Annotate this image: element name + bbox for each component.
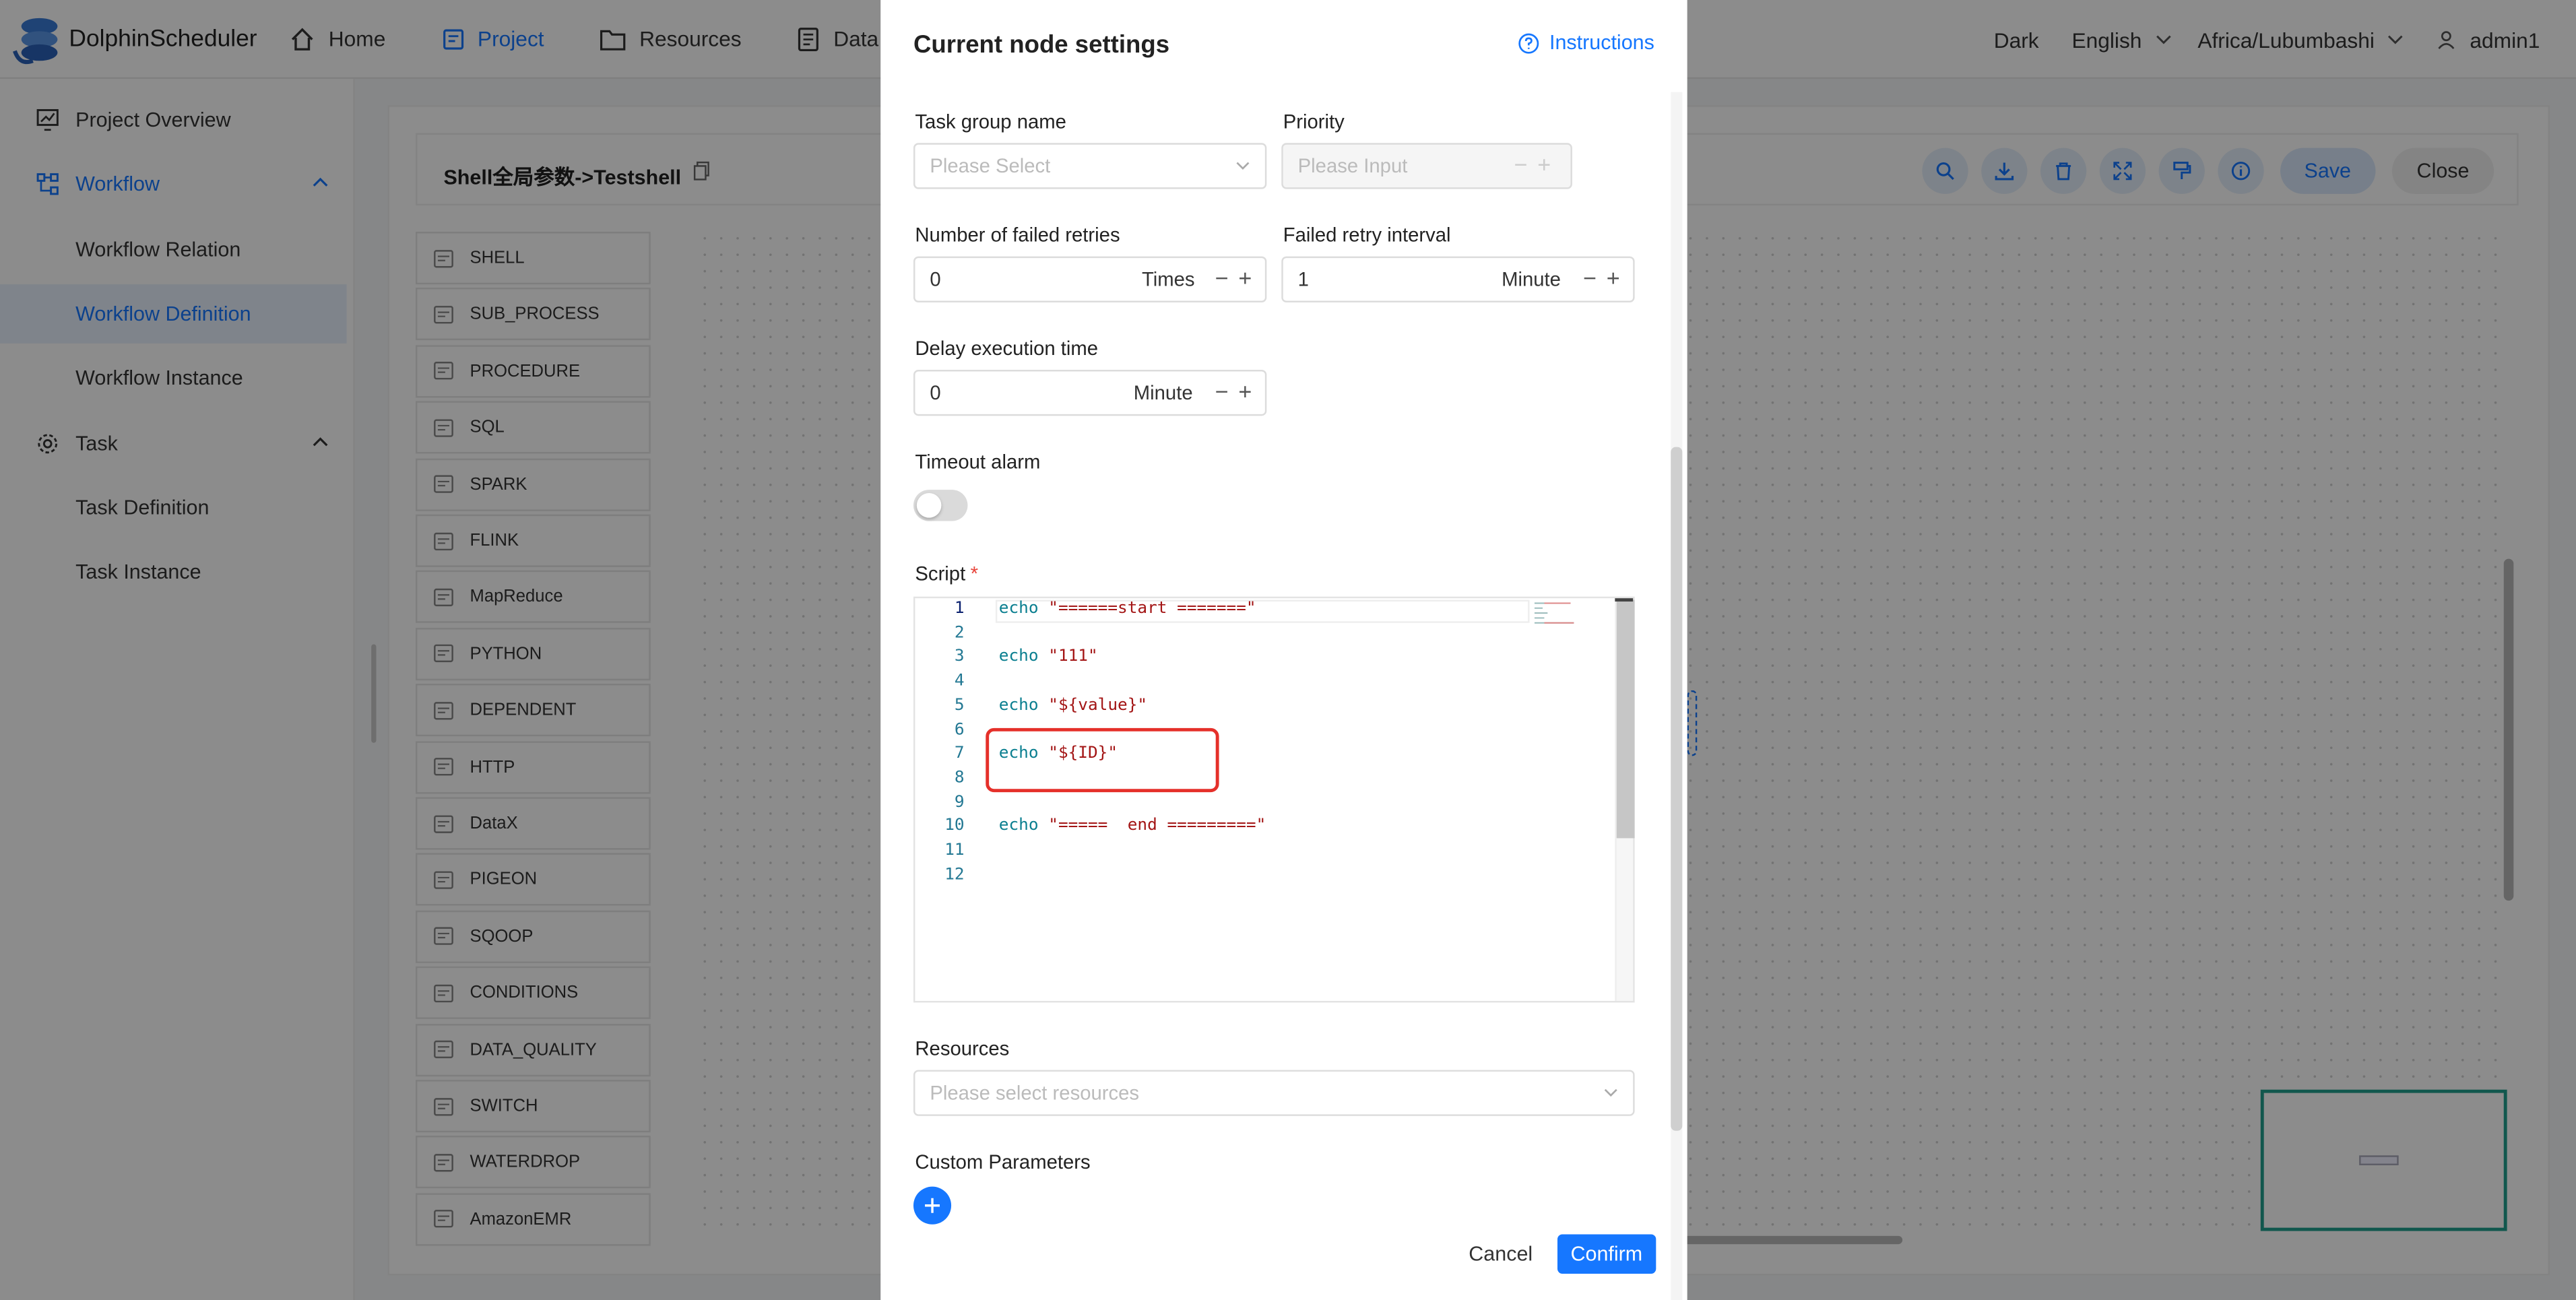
code-string: "111": [1048, 648, 1098, 667]
delay-time-unit: Minute: [1133, 381, 1193, 405]
line-number: 2: [954, 624, 965, 643]
code-line: echo "===== end =========": [999, 817, 1266, 835]
delay-time-input[interactable]: 0 Minute − +: [913, 370, 1267, 416]
failed-retries-value: 0: [930, 267, 941, 291]
instructions-label: Instructions: [1549, 31, 1654, 55]
failed-retries-label: Number of failed retries: [915, 223, 1120, 247]
editor-scrollbar[interactable]: [1615, 598, 1635, 1001]
delay-time-value: 0: [930, 381, 941, 405]
retry-interval-label: Failed retry interval: [1283, 223, 1451, 247]
modal-scrollbar[interactable]: [1671, 92, 1683, 1300]
delay-time-label: Delay execution time: [915, 337, 1099, 360]
minus-icon[interactable]: −: [1583, 266, 1597, 289]
line-number: 3: [954, 648, 965, 667]
retry-interval-stepper: − +: [1573, 266, 1620, 289]
code-line: echo "111": [999, 648, 1098, 666]
modal-scrollbar-thumb[interactable]: [1671, 447, 1683, 1131]
plus-icon[interactable]: +: [1537, 153, 1551, 176]
custom-parameters-label: Custom Parameters: [915, 1150, 1091, 1174]
resources-select[interactable]: Please select resources: [913, 1070, 1635, 1116]
task-group-name-select[interactable]: Please Select: [913, 143, 1267, 189]
instructions-link[interactable]: Instructions: [1518, 31, 1654, 55]
failed-retries-input[interactable]: 0 Times − +: [913, 256, 1267, 302]
code-keyword: echo: [998, 696, 1039, 715]
line-number: 1: [954, 599, 965, 618]
code-string: "${value}": [1048, 696, 1148, 715]
retry-interval-input[interactable]: 1 Minute − +: [1281, 256, 1635, 302]
confirm-button[interactable]: Confirm: [1557, 1234, 1656, 1274]
switch-knob: [916, 493, 942, 518]
line-number: 6: [954, 720, 965, 739]
code-minimap[interactable]: [1534, 602, 1584, 628]
code-string: "===== end =========": [1048, 817, 1266, 836]
line-number: 8: [954, 769, 965, 787]
code-keyword: echo: [998, 599, 1039, 618]
code-line: echo "======start =======": [999, 600, 1256, 618]
priority-placeholder: Please Input: [1297, 154, 1408, 178]
plus-icon[interactable]: +: [1607, 266, 1620, 289]
line-number: 10: [944, 817, 965, 836]
annotation-highlight-box: [986, 727, 1219, 793]
resources-label: Resources: [915, 1037, 1010, 1060]
line-number: 9: [954, 793, 965, 812]
code-string: "======start =======": [1048, 599, 1256, 618]
retry-interval-unit: Minute: [1502, 267, 1561, 291]
line-number: 11: [944, 841, 965, 860]
editor-scrollbar-thumb[interactable]: [1616, 599, 1635, 839]
plus-icon[interactable]: +: [1238, 266, 1252, 289]
failed-retries-stepper: − +: [1205, 266, 1252, 289]
priority-stepper: − +: [1504, 153, 1551, 176]
priority-input[interactable]: Please Input − +: [1281, 143, 1572, 189]
script-editor[interactable]: 1 echo "======start =======" 2 3 echo "111" 4…: [913, 596, 1635, 1003]
minus-icon[interactable]: −: [1215, 380, 1229, 403]
line-number: 5: [954, 696, 965, 715]
delay-time-stepper: − +: [1205, 380, 1252, 403]
help-circle-icon: [1518, 32, 1539, 53]
retry-interval-value: 1: [1297, 267, 1309, 291]
plus-icon: [925, 1198, 940, 1213]
code-keyword: echo: [998, 648, 1039, 667]
code-line: echo "${value}": [999, 696, 1147, 715]
script-label: Script *: [915, 562, 978, 585]
resources-placeholder: Please select resources: [930, 1081, 1140, 1105]
minus-icon[interactable]: −: [1514, 153, 1528, 176]
code-keyword: echo: [998, 817, 1039, 836]
line-number: 7: [954, 744, 965, 763]
editor-scroll-indicator: [1615, 598, 1634, 602]
failed-retries-unit: Times: [1141, 267, 1195, 291]
plus-icon[interactable]: +: [1238, 380, 1252, 403]
script-label-text: Script: [915, 562, 966, 585]
timeout-alarm-switch[interactable]: [913, 490, 968, 521]
required-mark: *: [970, 562, 978, 585]
task-group-name-label: Task group name: [915, 110, 1066, 133]
timeout-alarm-label: Timeout alarm: [915, 450, 1041, 474]
minus-icon[interactable]: −: [1215, 266, 1229, 289]
add-parameter-button[interactable]: [913, 1186, 952, 1225]
chevron-down-icon: [1604, 1088, 1617, 1097]
task-group-name-placeholder: Please Select: [930, 154, 1051, 178]
chevron-down-icon: [1236, 162, 1250, 170]
line-number: 4: [954, 672, 965, 691]
cancel-button[interactable]: Cancel: [1449, 1234, 1552, 1274]
priority-label: Priority: [1283, 110, 1345, 133]
modal-title: Current node settings: [913, 31, 1170, 59]
line-number: 12: [944, 866, 965, 884]
